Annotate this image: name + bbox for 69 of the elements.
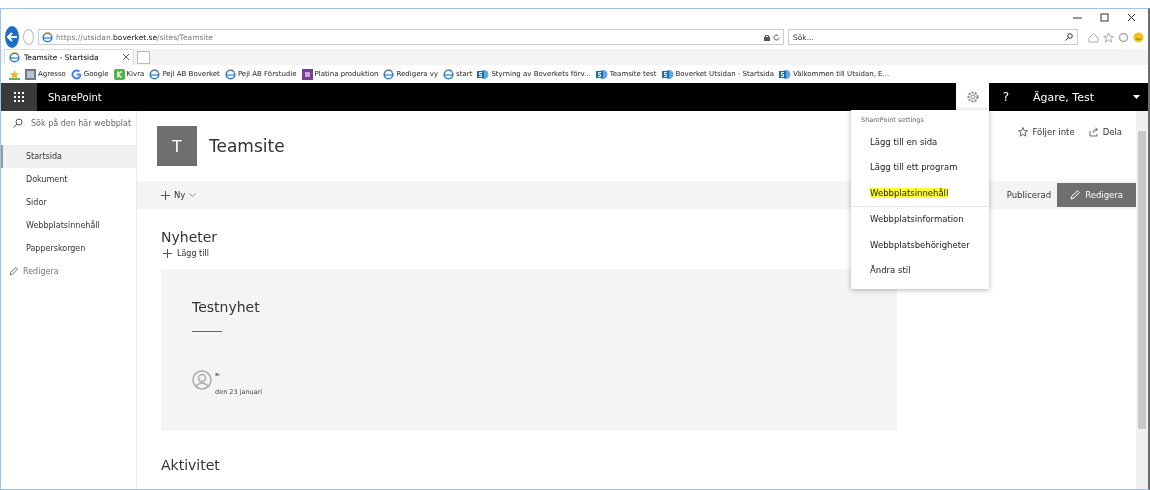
globe-icon	[224, 68, 236, 80]
g-icon	[70, 68, 82, 80]
site-title[interactable]: Teamsite	[209, 136, 285, 156]
share-button[interactable]: Dela	[1088, 127, 1122, 137]
lock-icon	[764, 33, 770, 41]
new-tab-button[interactable]	[137, 51, 150, 64]
app-icon	[25, 68, 36, 80]
menu-item[interactable]: Lägg till en sida	[870, 136, 938, 147]
globe-icon	[9, 51, 20, 63]
avatar-icon	[192, 369, 212, 390]
globe-icon	[383, 68, 395, 80]
add-button[interactable]: Lägg till	[163, 249, 209, 258]
flag-icon	[215, 372, 221, 378]
pencil-icon	[9, 267, 18, 276]
s-badge-icon	[779, 68, 792, 80]
site-logo[interactable]: T	[157, 126, 197, 166]
nav-item[interactable]: Startsida	[1, 145, 136, 168]
close-icon[interactable]	[123, 54, 129, 60]
share-icon	[1088, 127, 1099, 137]
settings-icon[interactable]	[1118, 31, 1129, 43]
nav-item[interactable]: Dokument	[1, 168, 136, 191]
menu-item[interactable]: Webbplatsinnehåll	[870, 187, 949, 198]
plus-icon	[161, 190, 170, 200]
back-button[interactable]	[5, 26, 20, 48]
globe-icon	[42, 31, 53, 43]
search-icon	[13, 118, 23, 128]
menu-item[interactable]: Lägg till ett program	[870, 162, 958, 173]
plus-icon	[163, 249, 172, 258]
search-icon	[1065, 33, 1073, 41]
user-name[interactable]: Ägare, Test	[1033, 90, 1133, 104]
menu-item[interactable]: Webbplatsinformation	[870, 214, 964, 225]
square-logo-icon	[301, 68, 313, 80]
star-icon	[1018, 127, 1029, 137]
favorites-star-icon[interactable]	[9, 68, 20, 80]
nav-item[interactable]: Papperskorgen	[1, 237, 136, 260]
globe-icon	[149, 68, 161, 80]
close-icon[interactable]	[1127, 12, 1136, 22]
star-icon[interactable]	[1103, 31, 1114, 43]
settings-button[interactable]	[956, 83, 989, 111]
home-icon[interactable]	[1088, 31, 1099, 43]
help-button[interactable]: ?	[989, 90, 1023, 104]
caret-icon[interactable]	[1133, 95, 1140, 99]
waffle-icon	[14, 92, 24, 102]
s-badge-icon	[477, 68, 490, 80]
chevron-icon	[189, 193, 197, 197]
app-name[interactable]: SharePoint	[48, 91, 956, 103]
smiley-icon[interactable]	[1133, 31, 1144, 43]
settings-icon	[966, 91, 979, 103]
maximize-icon[interactable]	[1100, 12, 1109, 22]
follow-button[interactable]: Följer inte	[1018, 127, 1075, 137]
s-badge-icon	[595, 68, 608, 80]
news-title: Testnyhet	[192, 299, 261, 315]
section-heading: Aktivitet	[161, 457, 220, 473]
status-label: Publicerad	[1006, 190, 1052, 200]
new-button[interactable]: Ny	[161, 190, 197, 200]
scrollbar[interactable]	[1136, 111, 1148, 489]
refresh-icon[interactable]	[773, 33, 780, 41]
search-field[interactable]: Sök på den här webbplat	[1, 111, 136, 135]
pencil-icon	[1070, 190, 1081, 200]
menu-item[interactable]: Webbplatsbehörigheter	[870, 239, 970, 250]
nav-item[interactable]: Webbplatsinnehåll	[1, 214, 136, 237]
app-launcher-button[interactable]	[1, 83, 37, 111]
edit-button[interactable]: Redigera	[1057, 183, 1136, 207]
section-heading: Nyheter	[161, 229, 218, 245]
k-square-icon	[113, 68, 125, 80]
nav-item[interactable]: Sidor	[1, 191, 136, 214]
edit-link[interactable]: Redigera	[1, 260, 136, 283]
globe-icon	[443, 68, 455, 80]
s-badge-icon	[661, 68, 674, 80]
